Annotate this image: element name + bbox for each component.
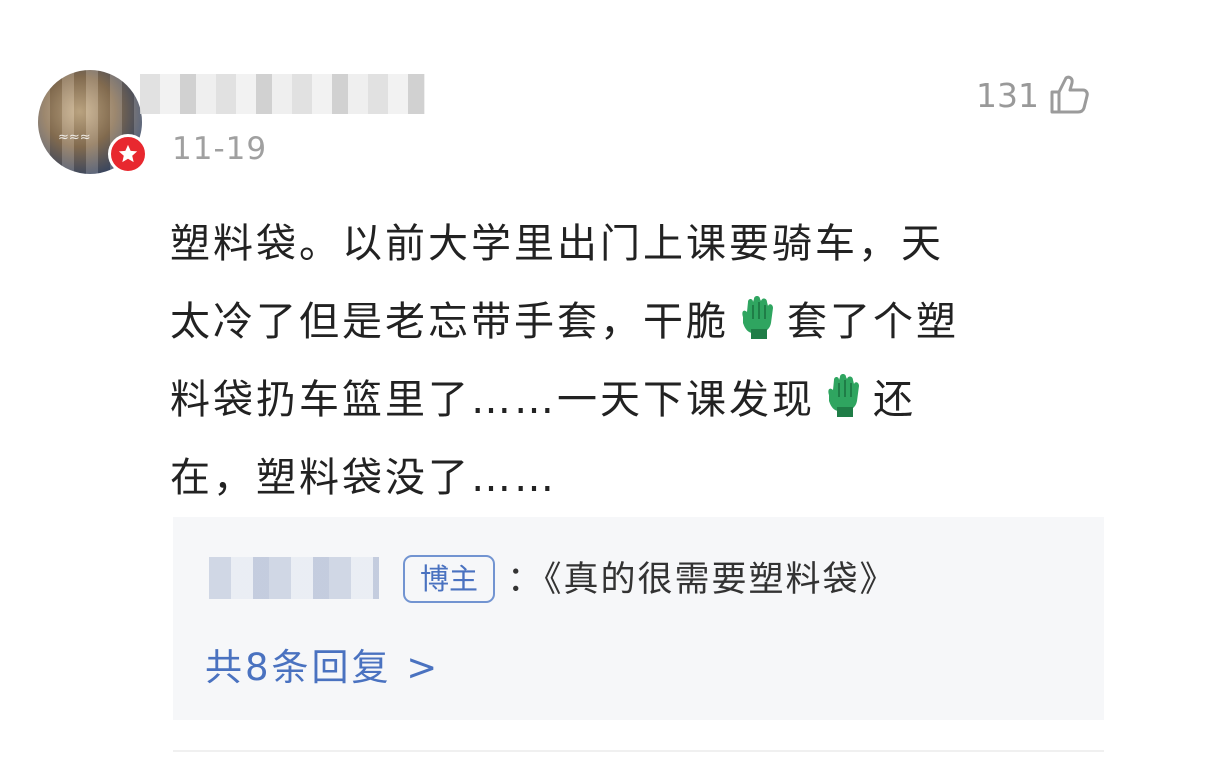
username-blurred[interactable] bbox=[140, 74, 425, 114]
comment-body: 塑料袋。以前大学里出门上课要骑车，天 太冷了但是老忘带手套，干脆 套了个塑 料袋… bbox=[170, 205, 1100, 517]
comment-text: 太冷了但是老忘带手套，干脆 bbox=[170, 299, 729, 345]
glove-emoji-icon bbox=[742, 296, 773, 339]
reply-username-blurred[interactable] bbox=[209, 557, 379, 599]
reply-text: ：《真的很需要塑料袋》 bbox=[507, 560, 897, 600]
reply-preview[interactable]: 博主 ：《真的很需要塑料袋》 共8条回复 > bbox=[173, 517, 1104, 720]
avatar-watermark: ≈≈≈ bbox=[58, 130, 91, 145]
comment-line: 塑料袋。以前大学里出门上课要骑车，天 bbox=[170, 221, 944, 267]
glove-emoji-icon bbox=[828, 374, 859, 417]
comment-text: 套了个塑 bbox=[787, 299, 959, 345]
star-icon bbox=[118, 144, 138, 163]
like-count: 131 bbox=[976, 76, 1039, 115]
author-tag-badge: 博主 bbox=[403, 555, 495, 603]
comment-date: 11-19 bbox=[172, 131, 268, 167]
thumbs-up-icon[interactable] bbox=[1046, 72, 1092, 118]
comment-line: 料袋扔车篮里了……一天下课发现 还 bbox=[170, 361, 1100, 439]
divider bbox=[173, 750, 1104, 752]
comment-line: 在，塑料袋没了…… bbox=[170, 455, 557, 501]
view-replies-link[interactable]: 共8条回复 > bbox=[205, 637, 440, 691]
comment-line: 太冷了但是老忘带手套，干脆 套了个塑 bbox=[170, 283, 1100, 361]
verified-badge-icon bbox=[108, 134, 148, 174]
comment-text: 料袋扔车篮里了……一天下课发现 bbox=[170, 377, 815, 423]
comment-text: 还 bbox=[873, 377, 916, 423]
